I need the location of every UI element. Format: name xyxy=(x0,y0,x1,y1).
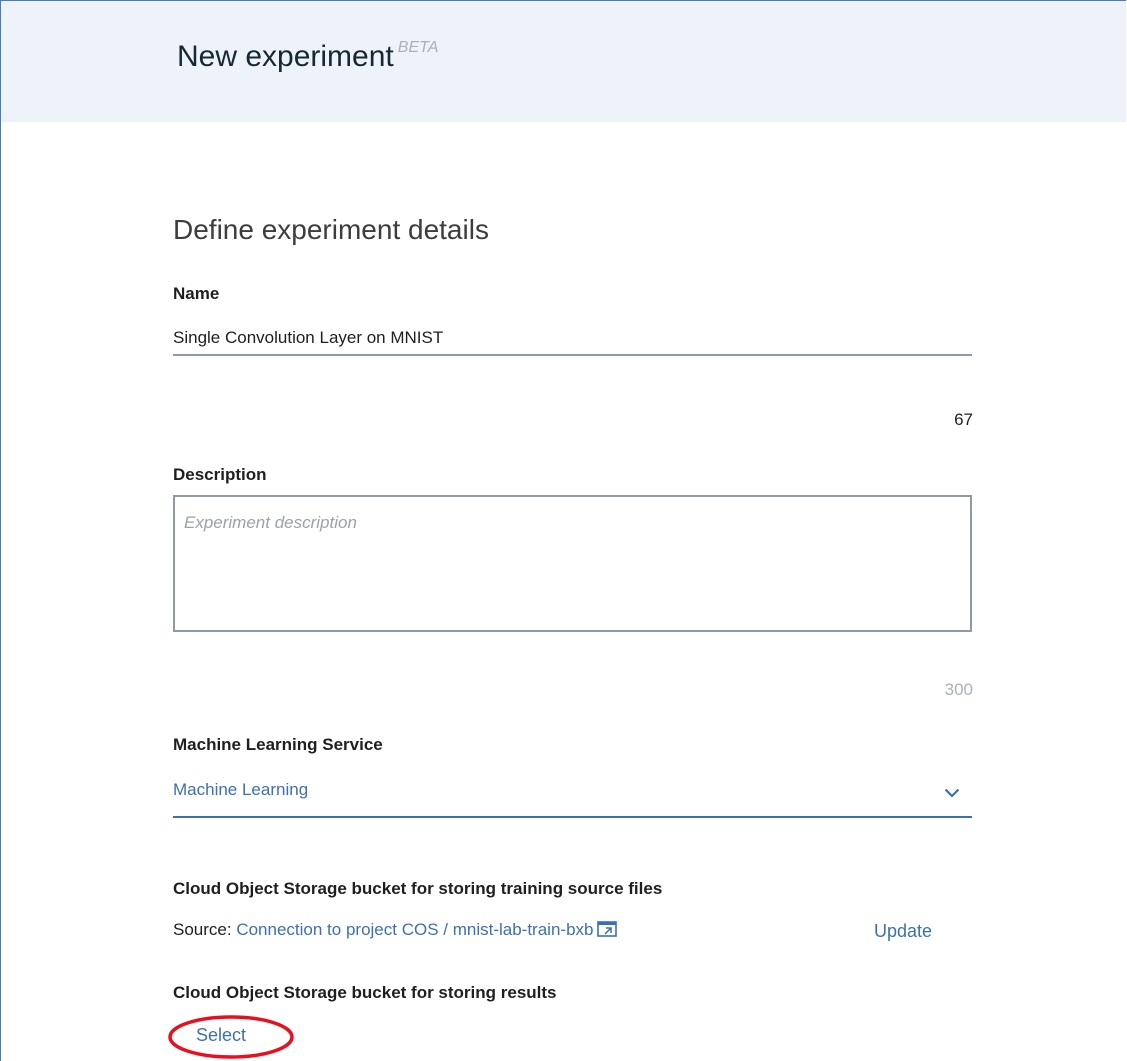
page-title-text: New experiment xyxy=(177,40,394,73)
select-results-bucket-link[interactable]: Select xyxy=(196,1025,246,1046)
source-prefix: Source: xyxy=(173,920,232,939)
training-source-row: Source: Connection to project COS / mnis… xyxy=(173,920,618,940)
name-char-counter: 67 xyxy=(954,410,973,429)
source-connection-link[interactable]: Connection to project COS / mnist-lab-tr… xyxy=(236,920,618,939)
update-source-link[interactable]: Update xyxy=(874,921,932,942)
external-link-icon xyxy=(597,921,618,937)
description-char-counter: 300 xyxy=(944,680,973,699)
page-header: New experiment BETA xyxy=(1,1,1126,122)
ml-service-label: Machine Learning Service xyxy=(173,735,383,754)
name-label: Name xyxy=(173,284,220,303)
description-textarea[interactable] xyxy=(173,495,972,632)
results-bucket-label: Cloud Object Storage bucket for storing … xyxy=(173,983,557,1002)
chevron-down-icon xyxy=(944,788,960,798)
page-title: New experiment BETA xyxy=(177,39,438,74)
description-label: Description xyxy=(173,465,267,484)
ml-service-dropdown[interactable]: Machine Learning xyxy=(173,775,972,818)
training-bucket-label: Cloud Object Storage bucket for storing … xyxy=(173,879,663,898)
ml-service-selected: Machine Learning xyxy=(173,780,309,799)
beta-badge: BETA xyxy=(397,39,439,56)
section-title: Define experiment details xyxy=(173,214,489,245)
source-connection-text: Connection to project COS / mnist-lab-tr… xyxy=(236,920,594,939)
name-input[interactable] xyxy=(173,322,972,356)
